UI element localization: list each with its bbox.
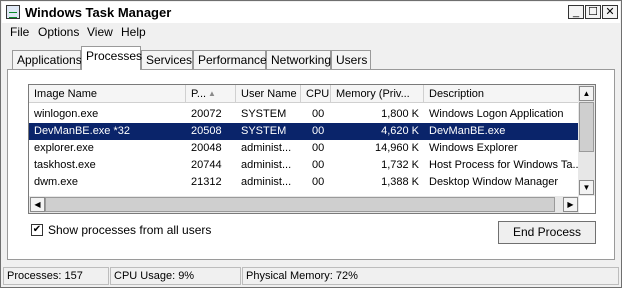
column-header-description[interactable]: Description [424, 85, 579, 103]
end-process-button[interactable]: End Process [498, 221, 596, 244]
table-row[interactable]: dwm.exe 21312 administ... 00 1,388 K Des… [29, 174, 579, 191]
tab-applications[interactable]: Applications [12, 50, 82, 69]
tab-processes[interactable]: Processes [81, 46, 142, 70]
tab-networking[interactable]: Networking [266, 50, 331, 69]
cell-cpu: 00 [312, 159, 325, 171]
cell-user-name: administ... [241, 159, 292, 171]
menu-help[interactable]: Help [118, 25, 149, 39]
cell-user-name: administ... [241, 176, 292, 188]
scroll-left-icon: ◀ [34, 200, 41, 209]
cell-image-name: taskhost.exe [34, 159, 96, 171]
column-header-image-name[interactable]: Image Name [29, 85, 186, 103]
status-processes: Processes: 157 [3, 267, 109, 285]
cell-image-name: explorer.exe [34, 142, 94, 154]
cell-pid: 20072 [191, 108, 222, 120]
minimize-button[interactable]: _ [568, 5, 584, 19]
sort-ascending-icon: ▲ [208, 89, 216, 98]
cell-description: DevManBE.exe [429, 125, 506, 137]
cell-memory: 1,388 K [381, 176, 419, 188]
cell-pid: 20508 [191, 125, 222, 137]
cell-cpu: 00 [312, 125, 325, 137]
menu-options[interactable]: Options [35, 25, 82, 39]
status-physical-memory: Physical Memory: 72% [242, 267, 619, 285]
table-row-selected[interactable]: DevManBE.exe *32 20508 SYSTEM 00 4,620 K… [29, 123, 579, 140]
scroll-right-button[interactable]: ▶ [563, 197, 578, 212]
cell-image-name: winlogon.exe [34, 108, 99, 120]
cell-memory: 14,960 K [374, 142, 419, 154]
cell-pid: 20744 [191, 159, 222, 171]
scroll-left-button[interactable]: ◀ [30, 197, 45, 212]
cell-cpu: 00 [312, 142, 325, 154]
task-manager-window: Windows Task Manager _ ☐ ✕ File Options … [0, 0, 622, 288]
maximize-button[interactable]: ☐ [585, 5, 601, 19]
status-bar: Processes: 157 CPU Usage: 9% Physical Me… [3, 266, 619, 287]
task-manager-icon [6, 5, 20, 19]
cell-description: Host Process for Windows Ta... [429, 159, 579, 171]
process-list[interactable]: Image Name P... ▲ User Name CPU Memory (P… [28, 84, 596, 214]
minimize-icon: _ [572, 6, 580, 18]
horizontal-scrollbar[interactable]: ◀ ▶ [29, 196, 579, 213]
maximize-icon: ☐ [588, 6, 598, 18]
tab-users[interactable]: Users [331, 50, 371, 69]
scroll-down-icon: ▼ [582, 183, 591, 192]
menu-file[interactable]: File [7, 25, 32, 39]
scroll-down-button[interactable]: ▼ [579, 180, 594, 195]
cell-memory: 1,732 K [381, 159, 419, 171]
column-header-memory[interactable]: Memory (Priv... [331, 85, 424, 103]
cell-image-name: dwm.exe [34, 176, 79, 188]
cell-pid: 20048 [191, 142, 222, 154]
scroll-up-icon: ▲ [582, 89, 591, 98]
vertical-scroll-thumb[interactable] [579, 102, 594, 152]
title-bar[interactable]: Windows Task Manager _ ☐ ✕ [2, 2, 620, 23]
cell-cpu: 00 [312, 108, 325, 120]
show-all-users-label[interactable]: Show processes from all users [48, 223, 211, 237]
tab-services[interactable]: Services [141, 50, 193, 69]
status-cpu-usage: CPU Usage: 9% [110, 267, 241, 285]
checkmark-icon: ✔ [32, 224, 42, 235]
menu-view[interactable]: View [84, 25, 116, 39]
cell-description: Windows Logon Application [429, 108, 564, 120]
cell-cpu: 00 [312, 176, 325, 188]
table-row[interactable]: winlogon.exe 20072 SYSTEM 00 1,800 K Win… [29, 106, 579, 123]
tab-performance[interactable]: Performance [193, 50, 267, 69]
scroll-right-icon: ▶ [567, 200, 574, 209]
table-row[interactable]: taskhost.exe 20744 administ... 00 1,732 … [29, 157, 579, 174]
window-title: Windows Task Manager [25, 5, 172, 20]
show-all-users-checkbox[interactable]: ✔ [31, 224, 43, 236]
menu-bar: File Options View Help [2, 24, 620, 42]
table-row[interactable]: explorer.exe 20048 administ... 00 14,960… [29, 140, 579, 157]
cell-description: Windows Explorer [429, 142, 518, 154]
cell-memory: 1,800 K [381, 108, 419, 120]
cell-description: Desktop Window Manager [429, 176, 559, 188]
cell-image-name: DevManBE.exe *32 [34, 125, 130, 137]
cell-user-name: administ... [241, 142, 292, 154]
cell-memory: 4,620 K [381, 125, 419, 137]
cell-pid: 21312 [191, 176, 222, 188]
column-header-cpu[interactable]: CPU [301, 85, 331, 103]
close-button[interactable]: ✕ [602, 5, 618, 19]
cell-user-name: SYSTEM [241, 108, 287, 120]
horizontal-scroll-thumb[interactable] [45, 197, 555, 212]
close-icon: ✕ [605, 6, 615, 18]
cell-user-name: SYSTEM [241, 125, 287, 137]
scroll-up-button[interactable]: ▲ [579, 86, 594, 101]
vertical-scrollbar[interactable]: ▲ ▼ [578, 85, 595, 196]
column-header-user-name[interactable]: User Name [236, 85, 301, 103]
column-header-pid[interactable]: P... ▲ [186, 85, 236, 103]
